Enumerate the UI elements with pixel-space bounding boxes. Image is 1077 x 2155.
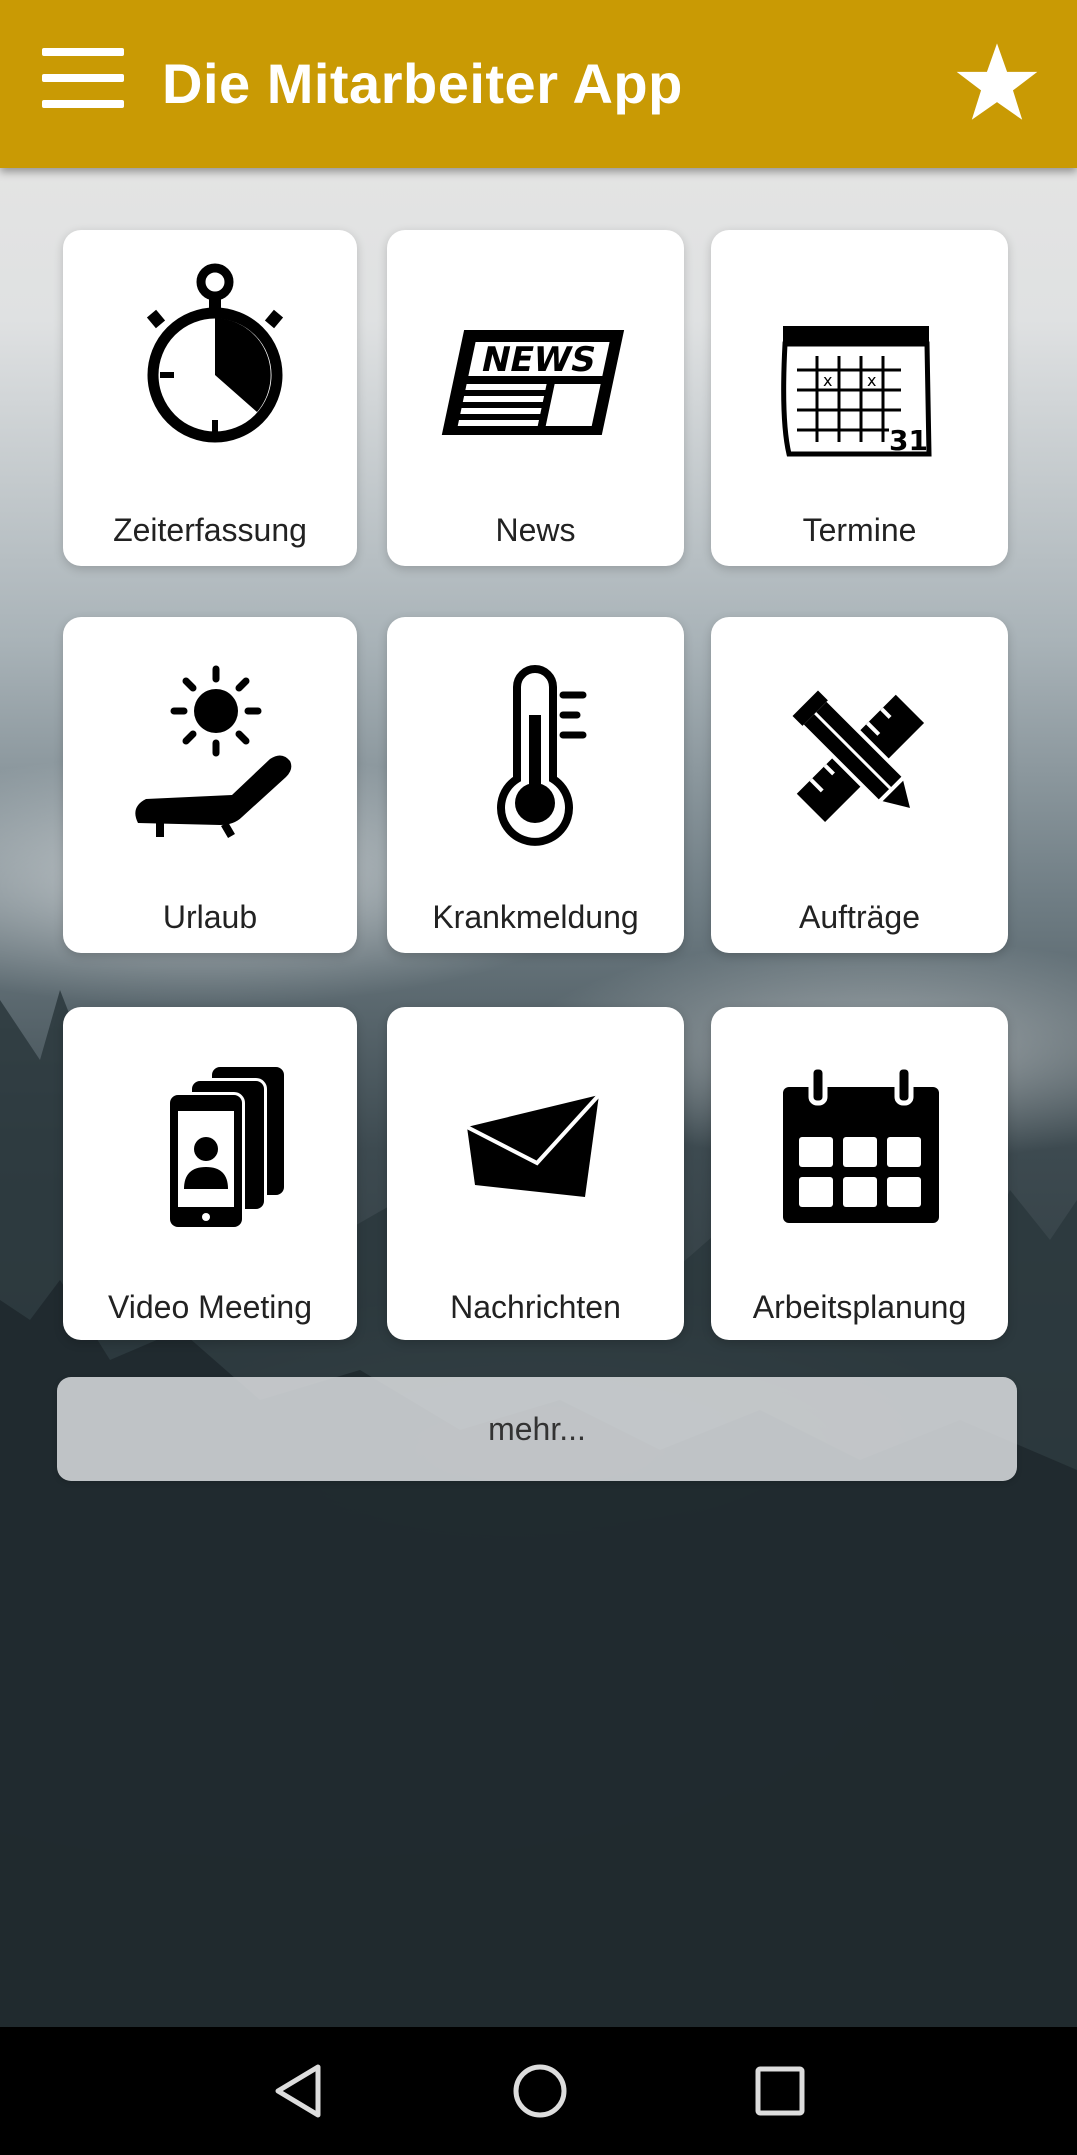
tile-label: Urlaub	[162, 899, 258, 935]
calendar-31-icon: x x 31	[781, 326, 932, 457]
tile-auftraege[interactable]: Aufträge	[711, 617, 1008, 953]
tile-termine[interactable]: x x 31 Termine	[711, 230, 1008, 566]
tile-news[interactable]: NEWS News	[387, 230, 684, 566]
home-circle-icon[interactable]	[508, 2061, 572, 2121]
tile-label: Arbeitsplanung	[752, 1289, 967, 1325]
tile-label: Aufträge	[799, 899, 920, 935]
tile-nachrichten[interactable]: Nachrichten	[387, 1007, 684, 1340]
thermometer-icon	[497, 665, 587, 846]
back-triangle-icon[interactable]	[268, 2061, 332, 2121]
tile-urlaub[interactable]: Urlaub	[63, 617, 357, 953]
tile-label: Video Meeting	[108, 1289, 312, 1325]
tile-krankmeldung[interactable]: Krankmeldung	[387, 617, 684, 953]
stopwatch-icon	[146, 263, 284, 443]
tile-video-meeting[interactable]: Video Meeting	[63, 1007, 357, 1340]
newspaper-icon: NEWS	[441, 330, 625, 435]
more-button[interactable]: mehr...	[57, 1377, 1017, 1481]
hamburger-menu-icon[interactable]	[42, 48, 124, 108]
svg-text:31: 31	[889, 424, 928, 457]
recents-square-icon[interactable]	[748, 2061, 812, 2121]
system-navigation-bar	[0, 2027, 1077, 2155]
tile-arbeitsplanung[interactable]: Arbeitsplanung	[711, 1007, 1008, 1340]
ruler-pencil-icon	[792, 690, 925, 823]
phones-video-icon	[167, 1067, 284, 1230]
tile-label: Zeiterfassung	[113, 512, 307, 548]
tile-label: News	[495, 512, 576, 548]
star-icon[interactable]	[955, 40, 1039, 124]
svg-text:x: x	[867, 371, 876, 390]
calendar-grid-icon	[783, 1064, 939, 1223]
tile-label: Termine	[802, 512, 917, 548]
tile-zeiterfassung[interactable]: Zeiterfassung	[63, 230, 357, 566]
app-title: Die Mitarbeiter App	[162, 52, 683, 115]
svg-text:x: x	[823, 371, 832, 390]
envelope-icon	[466, 1093, 601, 1197]
sun-lounger-icon	[135, 665, 292, 839]
app-bar: Die Mitarbeiter App	[0, 0, 1077, 168]
svg-text:NEWS: NEWS	[478, 340, 600, 380]
tile-label: Nachrichten	[450, 1289, 621, 1325]
tile-label: Krankmeldung	[432, 899, 639, 935]
